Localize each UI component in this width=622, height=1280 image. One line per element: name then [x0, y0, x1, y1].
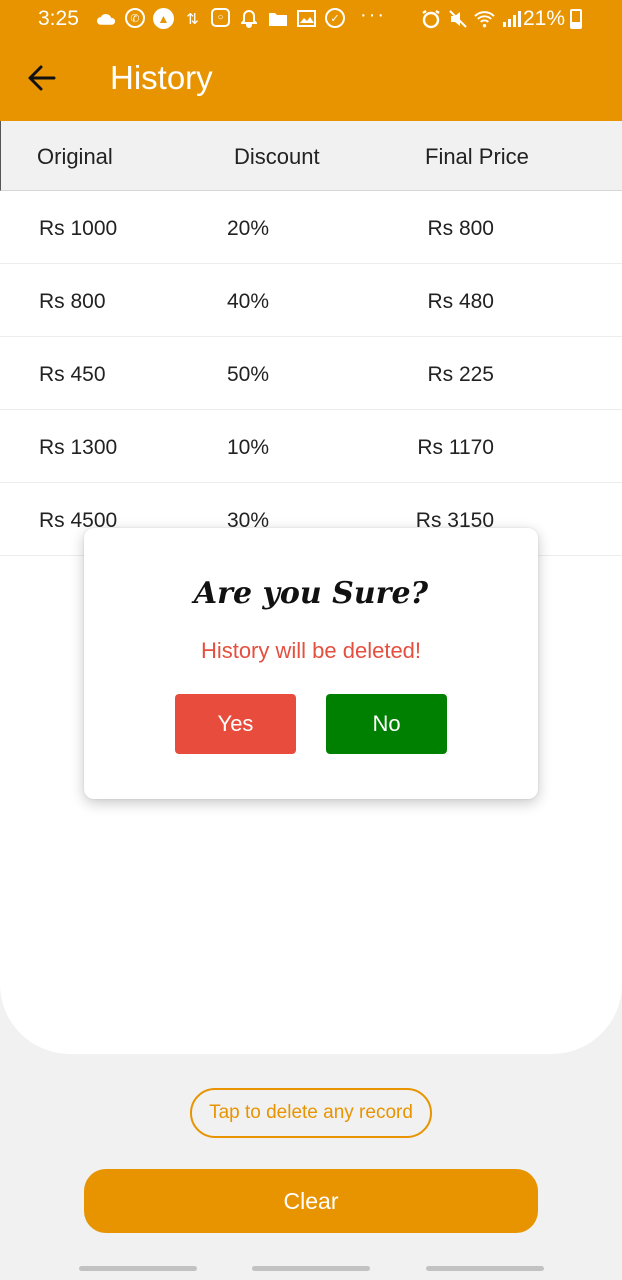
alarm-icon — [420, 8, 441, 29]
dialog-title: Are you Sure? — [193, 576, 429, 611]
cell-final-price: Rs 480 — [427, 290, 494, 313]
image-icon — [296, 8, 317, 29]
mute-icon — [447, 8, 468, 29]
table-row[interactable]: Rs 1000 20% Rs 800 — [0, 191, 622, 264]
delete-hint-chip[interactable]: Tap to delete any record — [190, 1088, 432, 1138]
cell-original: Rs 450 — [39, 363, 106, 386]
dialog-message: History will be deleted! — [200, 638, 422, 663]
confirm-dialog: Are you Sure? History will be deleted! Y… — [84, 528, 538, 799]
battery-icon — [570, 9, 582, 29]
nav-back-line[interactable] — [426, 1266, 544, 1271]
cloud-icon — [96, 8, 117, 29]
cell-discount: 40% — [226, 290, 270, 313]
app-bar: 3:25 ✆ ▲ ⇅ ○ ✓ ··· 21% History — [0, 0, 622, 121]
swap-icon: ⇅ — [186, 10, 199, 28]
cell-final-price: Rs 800 — [427, 217, 494, 240]
cell-original: Rs 800 — [39, 290, 106, 313]
signal-icon — [501, 8, 522, 29]
status-time: 3:25 — [38, 7, 79, 30]
cell-discount: 20% — [226, 217, 270, 240]
overflow-dots: ··· — [360, 4, 386, 26]
header-original: Original — [37, 144, 113, 169]
table-row[interactable]: Rs 450 50% Rs 225 — [0, 337, 622, 410]
clear-button[interactable]: Clear — [84, 1169, 538, 1233]
table-row[interactable]: Rs 800 40% Rs 480 — [0, 264, 622, 337]
cell-original: Rs 1300 — [39, 436, 118, 459]
header-discount: Discount — [234, 144, 320, 169]
cell-original: Rs 1000 — [39, 217, 118, 240]
page-title: History — [110, 59, 213, 96]
bell-icon — [238, 8, 259, 29]
whatsapp-icon: ✆ — [125, 8, 145, 28]
cell-discount: 50% — [226, 363, 270, 386]
folder-icon — [267, 8, 288, 29]
notification-icons: ✆ ▲ ⇅ ○ ✓ — [96, 8, 345, 29]
table-row[interactable]: Rs 1300 10% Rs 1170 — [0, 410, 622, 483]
yes-button[interactable]: Yes — [175, 694, 296, 754]
nav-home-line[interactable] — [252, 1266, 370, 1271]
back-arrow-icon[interactable] — [26, 60, 58, 96]
check-circle-icon: ✓ — [325, 8, 345, 28]
cell-final-price: Rs 225 — [427, 363, 494, 386]
header-final-price: Final Price — [425, 144, 529, 169]
nav-recents-line[interactable] — [79, 1266, 197, 1271]
table-header: Original Discount Final Price — [0, 121, 622, 191]
wifi-icon — [474, 8, 495, 29]
status-bar: 3:25 ✆ ▲ ⇅ ○ ✓ ··· 21% — [0, 0, 622, 40]
cell-discount: 10% — [226, 436, 270, 459]
instagram-icon: ○ — [211, 8, 230, 27]
no-button[interactable]: No — [326, 694, 447, 754]
system-icons — [420, 8, 522, 29]
cell-final-price: Rs 1170 — [417, 436, 494, 459]
battery-percentage: 21% — [523, 7, 566, 30]
navigation-icon: ▲ — [153, 8, 174, 29]
